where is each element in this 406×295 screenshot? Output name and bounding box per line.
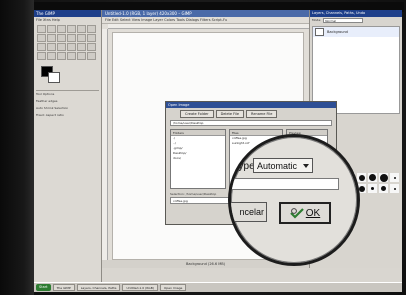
background-color-swatch[interactable] xyxy=(48,72,60,83)
fuzzy-select-tool-icon[interactable] xyxy=(67,25,76,33)
brush-swatch[interactable] xyxy=(368,173,377,182)
folders-list[interactable]: Folders ./ ../ .gimp/ Desktop/ docs/ xyxy=(170,129,226,189)
layer-row[interactable]: Background xyxy=(313,27,399,37)
filename-field-zoomed[interactable] xyxy=(231,178,339,190)
taskbar: Start The GIMP Layers, Channels, Paths U… xyxy=(34,282,402,292)
layers-dock-title: Layers, Channels, Paths, Undo xyxy=(310,10,402,17)
monitor-bezel-left xyxy=(0,0,34,295)
option-fixed-aspect[interactable]: Fixed: Aspect ratio xyxy=(36,112,99,119)
ok-button[interactable]: OK xyxy=(279,202,331,224)
layer-mode-row: Mode: Normal xyxy=(310,17,402,24)
option-feather-edges[interactable]: Feather edges xyxy=(36,98,99,105)
magnifier-callout: Type: Automatic ncelar OK xyxy=(228,134,360,266)
color-picker-tool-icon[interactable] xyxy=(47,34,56,42)
text-tool-icon[interactable] xyxy=(87,43,96,51)
brush-swatch[interactable] xyxy=(368,184,377,193)
brush-swatch[interactable] xyxy=(390,173,399,182)
taskbar-item-layers[interactable]: Layers, Channels, Paths xyxy=(76,284,121,291)
ok-button-label: OK xyxy=(305,207,321,219)
eraser-tool-icon[interactable] xyxy=(77,52,86,60)
file-type-select[interactable]: Automatic xyxy=(253,158,313,173)
crop-tool-icon[interactable] xyxy=(87,34,96,42)
tool-options-panel: Tool Options Feather edges Auto Shrink S… xyxy=(36,90,99,119)
folder-item[interactable]: docs/ xyxy=(171,156,225,161)
brush-swatch[interactable] xyxy=(390,184,399,193)
gimp-toolbox: The GIMP File Xtns Help Tool Options Fea… xyxy=(34,10,102,282)
paths-tool-icon[interactable] xyxy=(37,34,46,42)
rotate-tool-icon[interactable] xyxy=(37,43,46,51)
color-swatches xyxy=(37,64,98,86)
shear-tool-icon[interactable] xyxy=(57,43,66,51)
toolbox-title: The GIMP xyxy=(34,10,101,17)
perspective-tool-icon[interactable] xyxy=(67,43,76,51)
brush-swatch[interactable] xyxy=(379,184,388,193)
airbrush-tool-icon[interactable] xyxy=(87,52,96,60)
mode-label: Mode: xyxy=(312,18,322,22)
tool-grid xyxy=(34,23,101,62)
ok-check-icon xyxy=(289,208,304,219)
measure-tool-icon[interactable] xyxy=(67,34,76,42)
taskbar-item-image[interactable]: Untitled-1.0 (RGB) xyxy=(122,284,158,291)
delete-file-button[interactable]: Delete File xyxy=(215,110,245,118)
layer-thumbnail xyxy=(315,28,324,36)
color-select-tool-icon[interactable] xyxy=(77,25,86,33)
desktop-screen: The GIMP File Xtns Help Tool Options Fea… xyxy=(34,10,402,292)
brush-swatch[interactable] xyxy=(379,173,388,182)
free-select-tool-icon[interactable] xyxy=(57,25,66,33)
scissors-tool-icon[interactable] xyxy=(87,25,96,33)
scale-tool-icon[interactable] xyxy=(47,43,56,51)
image-window-menubar[interactable]: File Edit Select View Image Layer Colors… xyxy=(102,17,309,24)
start-button[interactable]: Start xyxy=(36,284,51,291)
file-type-value: Automatic xyxy=(257,160,298,171)
bucket-fill-tool-icon[interactable] xyxy=(37,52,46,60)
chevron-down-icon xyxy=(303,163,309,168)
vertical-ruler xyxy=(102,29,108,260)
tool-options-title: Tool Options xyxy=(36,92,55,96)
rect-select-tool-icon[interactable] xyxy=(37,25,46,33)
cancel-button-label: ncelar xyxy=(239,207,264,217)
layer-name: Background xyxy=(327,30,348,34)
rename-file-button[interactable]: Rename File xyxy=(246,110,278,118)
flip-tool-icon[interactable] xyxy=(77,43,86,51)
create-folder-button[interactable]: Create Folder xyxy=(180,110,214,118)
image-window-title: Untitled-1.0 (RGB, 1 layer) 420x300 – GI… xyxy=(102,10,309,17)
paintbrush-tool-icon[interactable] xyxy=(67,52,76,60)
option-auto-shrink[interactable]: Auto Shrink Selection xyxy=(36,105,99,112)
blend-tool-icon[interactable] xyxy=(47,52,56,60)
path-dropdown[interactable]: /home/user/Desktop xyxy=(170,120,332,126)
ellipse-select-tool-icon[interactable] xyxy=(47,25,56,33)
zoom-tool-icon[interactable] xyxy=(57,34,66,42)
monitor-photo: The GIMP File Xtns Help Tool Options Fea… xyxy=(0,0,406,295)
horizontal-ruler xyxy=(108,24,309,29)
taskbar-item-gimp[interactable]: The GIMP xyxy=(52,284,75,291)
pencil-tool-icon[interactable] xyxy=(57,52,66,60)
dialog-button-row: Create Folder Delete File Rename File xyxy=(166,108,336,120)
taskbar-item-open-image[interactable]: Open Image xyxy=(159,284,187,291)
cancel-button[interactable]: ncelar xyxy=(231,202,267,222)
layer-mode-select[interactable]: Normal xyxy=(323,18,364,23)
move-tool-icon[interactable] xyxy=(77,34,86,42)
brush-swatch[interactable] xyxy=(357,173,366,182)
